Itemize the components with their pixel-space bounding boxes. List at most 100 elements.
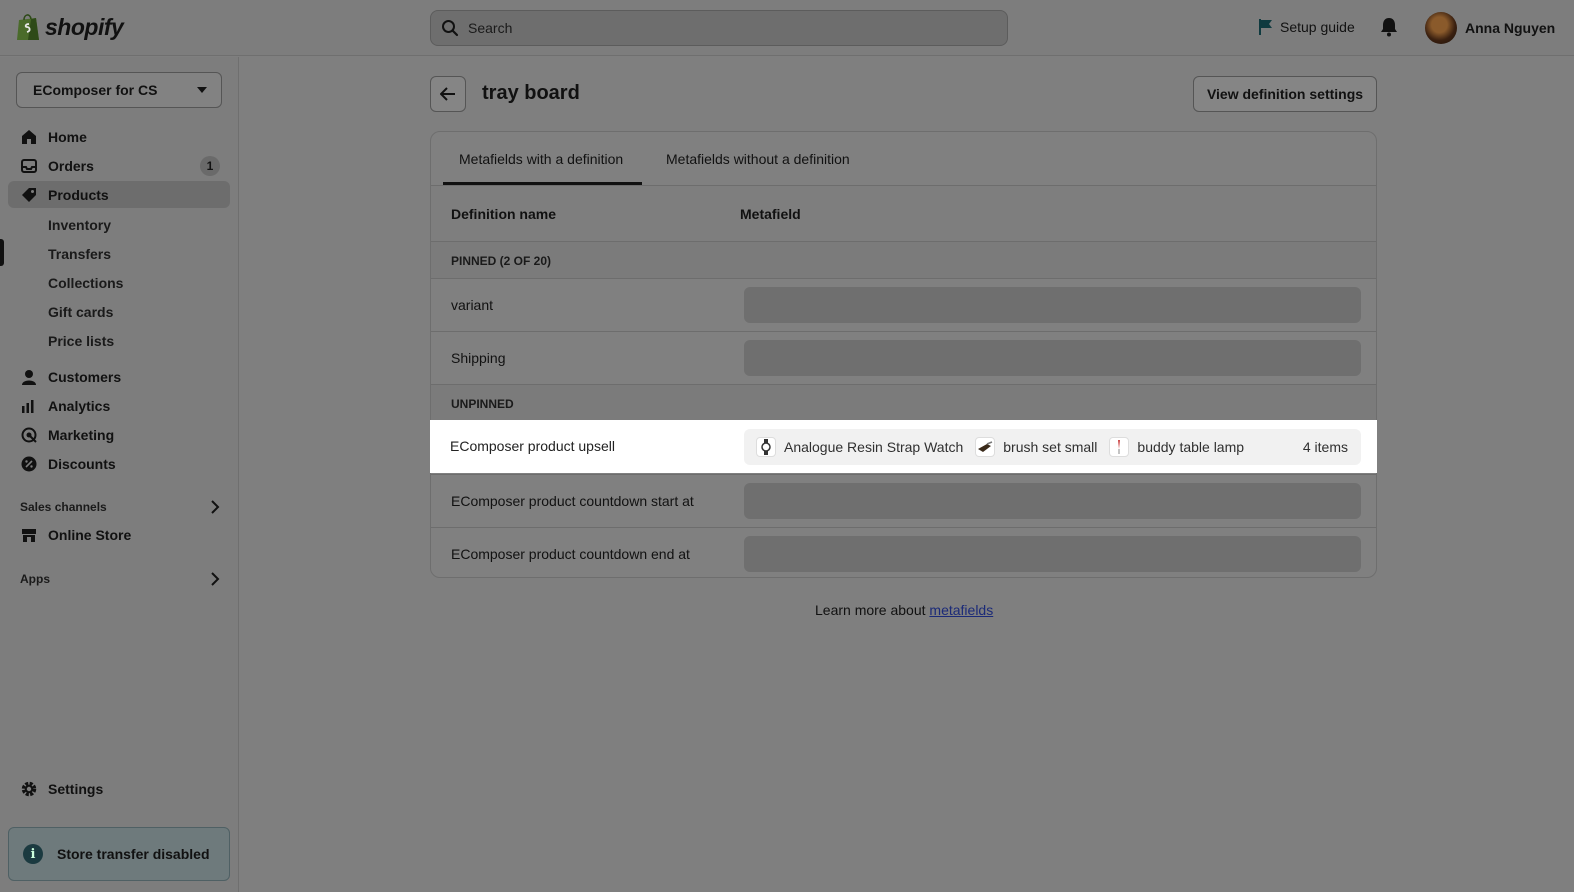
user-name: Anna Nguyen [1465, 20, 1556, 36]
sidebar-item-discounts[interactable]: Discounts [8, 450, 230, 477]
avatar [1425, 12, 1457, 44]
store-name: EComposer for CS [33, 82, 158, 98]
setup-guide-label: Setup guide [1280, 19, 1355, 35]
watch-icon [756, 437, 776, 457]
sales-channels-header[interactable]: Sales channels [20, 500, 220, 514]
apps-header[interactable]: Apps [20, 572, 220, 586]
person-icon [20, 368, 38, 386]
definition-name: Shipping [451, 350, 506, 366]
table-row-upsell-highlighted: EComposer product upsell Analogue Resin … [430, 420, 1377, 473]
search-input[interactable] [468, 20, 988, 36]
tab-with-definition[interactable]: Metafields with a definition [443, 132, 642, 185]
search-icon [442, 20, 459, 37]
info-icon: i [23, 844, 43, 864]
chevron-right-icon [211, 572, 220, 586]
page-title: tray board [482, 82, 580, 104]
product-chip[interactable]: Analogue Resin Strap Watch [756, 437, 963, 457]
tag-icon [20, 186, 38, 204]
sidebar: EComposer for CS Home Orders 1 Products … [0, 57, 239, 892]
sidebar-subitem-transfers[interactable]: Transfers [48, 246, 111, 262]
sidebar-item-orders[interactable]: Orders 1 [8, 152, 230, 179]
store-transfer-text: Store transfer disabled [57, 846, 210, 862]
sidebar-item-settings[interactable]: Settings [8, 775, 230, 802]
learn-more-prefix: Learn more about [815, 602, 930, 618]
sidebar-subitem-price-lists[interactable]: Price lists [48, 333, 114, 349]
inbox-icon [20, 157, 38, 175]
brush-icon [975, 437, 996, 457]
lamp-icon [1109, 437, 1130, 457]
sidebar-item-products[interactable]: Products [8, 181, 230, 208]
metafields-card: Metafields with a definition Metafields … [430, 131, 1377, 578]
product-chip[interactable]: buddy table lamp [1109, 437, 1244, 457]
metafield-value-field[interactable] [744, 287, 1361, 323]
shopify-logo[interactable]: shopify [15, 12, 124, 42]
back-button[interactable] [430, 76, 466, 112]
top-bar: shopify Setup guide Anna Nguyen [0, 0, 1574, 56]
sidebar-subitem-collections[interactable]: Collections [48, 275, 123, 291]
definition-name: EComposer product countdown start at [451, 493, 694, 509]
metafields-link[interactable]: metafields [929, 602, 993, 618]
sidebar-item-label: Discounts [48, 455, 116, 472]
store-transfer-banner[interactable]: i Store transfer disabled [8, 827, 230, 881]
table-row: Shipping [431, 331, 1376, 384]
definition-name: variant [451, 297, 494, 313]
target-icon [20, 426, 38, 444]
metafield-value-field[interactable] [744, 340, 1361, 376]
product-chip-label: brush set small [1003, 439, 1098, 455]
gear-icon [20, 780, 38, 798]
discount-icon [20, 455, 38, 473]
sidebar-item-analytics[interactable]: Analytics [8, 392, 230, 419]
search-bar[interactable] [430, 10, 1008, 46]
apps-label: Apps [20, 572, 50, 586]
tab-without-definition[interactable]: Metafields without a definition [666, 132, 850, 185]
store-selector[interactable]: EComposer for CS [16, 72, 222, 108]
sidebar-item-label: Settings [48, 780, 104, 797]
sidebar-item-marketing[interactable]: Marketing [8, 421, 230, 448]
bell-icon [1381, 18, 1397, 37]
product-chip-label: Analogue Resin Strap Watch [784, 439, 964, 455]
items-count: 4 items [1302, 439, 1348, 455]
sidebar-item-online-store[interactable]: Online Store [8, 521, 230, 548]
sidebar-item-label: Orders [48, 157, 94, 174]
tab-label: Metafields with a definition [459, 150, 624, 167]
learn-more-text: Learn more about metafields [815, 602, 993, 618]
notifications-button[interactable] [1380, 17, 1398, 40]
sidebar-item-customers[interactable]: Customers [8, 363, 230, 390]
product-chip-label: buddy table lamp [1137, 439, 1245, 455]
active-indicator [0, 239, 4, 266]
table-row: EComposer product countdown start at [431, 474, 1376, 527]
tab-label: Metafields without a definition [666, 150, 850, 167]
setup-guide-link[interactable]: Setup guide [1258, 18, 1355, 36]
caret-down-icon [197, 87, 207, 93]
flag-icon [1259, 19, 1272, 35]
table-row: EComposer product countdown end at [431, 527, 1376, 577]
col-definition-name: Definition name [451, 206, 557, 222]
arrow-left-icon [440, 87, 455, 101]
shopping-bag-icon [17, 14, 39, 40]
col-metafield: Metafield [740, 206, 801, 222]
table-row: variant [431, 278, 1376, 331]
upsell-products-field[interactable]: Analogue Resin Strap Watch brush set sma… [744, 429, 1361, 465]
unpinned-group-header: UNPINNED [431, 384, 1376, 421]
sidebar-subitem-inventory[interactable]: Inventory [48, 217, 111, 233]
unpinned-label: UNPINNED [451, 397, 514, 411]
sidebar-item-label: Home [48, 128, 87, 145]
metafield-value-field[interactable] [744, 536, 1361, 572]
definition-name: EComposer product countdown end at [451, 546, 690, 562]
sidebar-item-label: Online Store [48, 526, 132, 543]
sidebar-subitem-gift-cards[interactable]: Gift cards [48, 304, 113, 320]
view-definition-settings-button[interactable]: View definition settings [1193, 76, 1377, 112]
sales-channels-label: Sales channels [20, 500, 107, 514]
chevron-right-icon [211, 500, 220, 514]
logo-text: shopify [45, 13, 124, 40]
store-icon [20, 526, 38, 544]
product-chip[interactable]: brush set small [975, 437, 1097, 457]
sidebar-item-label: Customers [48, 368, 122, 385]
home-icon [20, 128, 38, 146]
orders-count-badge: 1 [200, 156, 220, 176]
user-menu[interactable]: Anna Nguyen [1425, 12, 1555, 44]
pinned-group-header: PINNED (2 OF 20) [431, 241, 1376, 278]
sidebar-item-home[interactable]: Home [8, 123, 230, 150]
bar-chart-icon [20, 397, 38, 415]
metafield-value-field[interactable] [744, 483, 1361, 519]
